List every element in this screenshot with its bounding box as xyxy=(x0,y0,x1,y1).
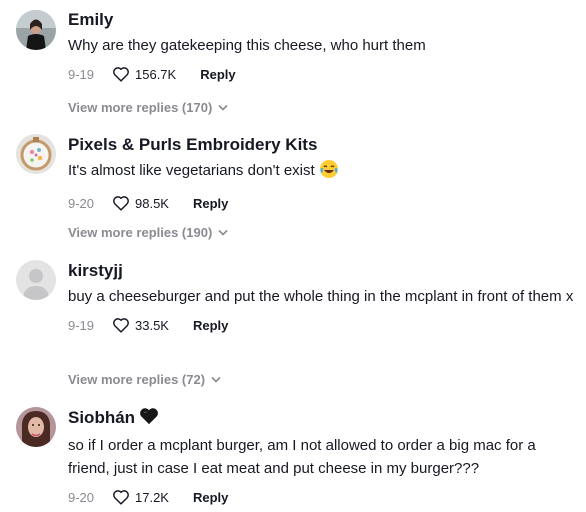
heart-outline-icon xyxy=(113,318,129,333)
comment-date: 9-20 xyxy=(68,195,95,211)
user-photo-icon xyxy=(16,10,56,50)
reply-button[interactable]: Reply xyxy=(193,318,228,333)
like-count: 156.7K xyxy=(135,66,177,82)
reply-button[interactable]: Reply xyxy=(193,196,228,211)
comment-date: 9-19 xyxy=(68,317,95,333)
view-more-label: View more replies (170) xyxy=(68,100,213,115)
like-button[interactable]: 98.5K xyxy=(112,195,169,211)
like-count: 98.5K xyxy=(135,195,169,211)
view-more-replies[interactable]: View more replies (72) xyxy=(68,372,221,387)
comment-date: 9-19 xyxy=(68,66,95,82)
comment-text: Why are they gatekeeping this cheese, wh… xyxy=(68,37,426,54)
chevron-down-icon xyxy=(218,229,228,236)
reply-button[interactable]: Reply xyxy=(193,490,228,505)
black-heart-emoji-icon xyxy=(139,407,159,431)
comment-username[interactable]: Emily xyxy=(68,9,574,31)
view-more-label: View more replies (190) xyxy=(68,225,213,240)
comment-username[interactable]: Siobhán xyxy=(68,407,574,431)
avatar[interactable] xyxy=(16,260,56,300)
avatar[interactable] xyxy=(16,407,56,447)
embroidery-hoop-icon xyxy=(16,134,56,174)
comment-username[interactable]: Pixels & Purls Embroidery Kits xyxy=(68,134,574,156)
comment-text: It's almost like vegetarians don't exist xyxy=(68,159,574,186)
comment-date: 9-20 xyxy=(68,489,95,505)
comment-username[interactable]: kirstyjj xyxy=(68,260,574,282)
avatar[interactable] xyxy=(16,10,56,50)
view-more-label: View more replies (72) xyxy=(68,372,206,387)
comment-username-text: Siobhán xyxy=(68,408,136,427)
user-photo-icon xyxy=(16,407,56,447)
comment-text-content: It's almost like vegetarians don't exist xyxy=(68,162,315,179)
like-button[interactable]: 33.5K xyxy=(112,317,169,333)
like-count: 17.2K xyxy=(135,489,169,505)
laughing-crying-emoji-icon xyxy=(319,159,339,186)
like-count: 33.5K xyxy=(135,317,169,333)
heart-outline-icon xyxy=(113,196,129,211)
like-button[interactable]: 17.2K xyxy=(112,489,169,505)
default-user-icon xyxy=(16,260,56,300)
view-more-replies[interactable]: View more replies (190) xyxy=(68,225,228,240)
heart-outline-icon xyxy=(113,490,129,505)
chevron-down-icon xyxy=(218,104,228,111)
chevron-down-icon xyxy=(211,376,221,383)
avatar[interactable] xyxy=(16,134,56,174)
comment-text: buy a cheeseburger and put the whole thi… xyxy=(68,288,574,305)
reply-button[interactable]: Reply xyxy=(200,67,235,82)
heart-outline-icon xyxy=(113,67,129,82)
view-more-replies[interactable]: View more replies (170) xyxy=(68,100,228,115)
like-button[interactable]: 156.7K xyxy=(112,66,176,82)
comment-text: so if I order a mcplant burger, am I not… xyxy=(68,437,536,477)
